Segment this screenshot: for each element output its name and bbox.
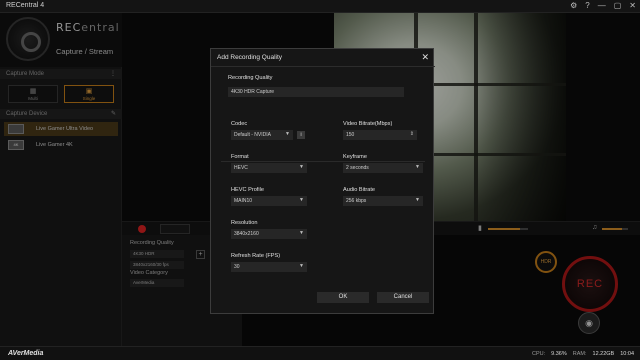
codec-label: Codec bbox=[231, 121, 248, 127]
info-icon[interactable]: i bbox=[297, 131, 305, 139]
keyframe-select[interactable]: 2 seconds ▼ bbox=[343, 163, 423, 173]
stepper-icon: ⇕ bbox=[409, 131, 414, 137]
chevron-down-icon: ▼ bbox=[415, 197, 420, 203]
chevron-down-icon: ▼ bbox=[415, 164, 420, 170]
brand-logo: AVerMedia bbox=[8, 350, 44, 357]
cancel-button[interactable]: Cancel bbox=[377, 292, 429, 303]
video-bitrate-label: Video Bitrate(Mbps) bbox=[343, 121, 393, 127]
system-stats: CPU: 9.36% RAM: 12.22GB 10:04 bbox=[532, 351, 634, 357]
recording-quality-name-input[interactable]: 4K30 HDR Capture bbox=[228, 87, 404, 97]
hevc-profile-label: HEVC Profile bbox=[231, 187, 264, 193]
chevron-down-icon: ▼ bbox=[299, 230, 304, 236]
dialog-title: Add Recording Quality bbox=[217, 54, 283, 61]
title-bar: RECentral 4 ⚙ ? — ▢ ✕ bbox=[0, 0, 640, 13]
dialog-header: Add Recording Quality ✕ bbox=[211, 49, 435, 67]
divider bbox=[221, 161, 425, 162]
resolution-label: Resolution bbox=[231, 220, 258, 226]
refresh-rate-select[interactable]: 30 ▼ bbox=[231, 262, 307, 272]
add-recording-quality-dialog: Add Recording Quality ✕ Recording Qualit… bbox=[210, 48, 435, 314]
refresh-rate-label: Refresh Rate (FPS) bbox=[231, 253, 281, 259]
status-bar: AVerMedia CPU: 9.36% RAM: 12.22GB 10:04 bbox=[0, 346, 640, 360]
resolution-select[interactable]: 3840x2160 ▼ bbox=[231, 229, 307, 239]
format-label: Format bbox=[231, 154, 249, 160]
recording-quality-label: Recording Quality bbox=[228, 75, 273, 81]
settings-icon[interactable]: ⚙ bbox=[570, 1, 577, 10]
video-bitrate-stepper[interactable]: 150 ⇕ bbox=[343, 130, 417, 140]
minimize-icon[interactable]: — bbox=[598, 1, 606, 10]
chevron-down-icon: ▼ bbox=[299, 263, 304, 269]
chevron-down-icon: ▼ bbox=[299, 164, 304, 170]
keyframe-label: Keyframe bbox=[343, 154, 367, 160]
codec-select[interactable]: Default - NVIDIA ▼ bbox=[231, 130, 293, 140]
maximize-icon[interactable]: ▢ bbox=[614, 1, 622, 10]
window-title: RECentral 4 bbox=[6, 2, 45, 9]
help-icon[interactable]: ? bbox=[585, 1, 589, 10]
chevron-down-icon: ▼ bbox=[299, 197, 304, 203]
format-select[interactable]: HEVC ▼ bbox=[231, 163, 307, 173]
audio-bitrate-select[interactable]: 256 kbps ▼ bbox=[343, 196, 423, 206]
audio-bitrate-label: Audio Bitrate bbox=[343, 187, 376, 193]
close-icon[interactable]: ✕ bbox=[629, 1, 636, 10]
window-controls: ⚙ ? — ▢ ✕ bbox=[570, 1, 636, 10]
close-icon[interactable]: ✕ bbox=[421, 52, 429, 63]
ok-button[interactable]: OK bbox=[317, 292, 369, 303]
chevron-down-icon: ▼ bbox=[285, 131, 290, 137]
hevc-profile-select[interactable]: MAIN10 ▼ bbox=[231, 196, 307, 206]
